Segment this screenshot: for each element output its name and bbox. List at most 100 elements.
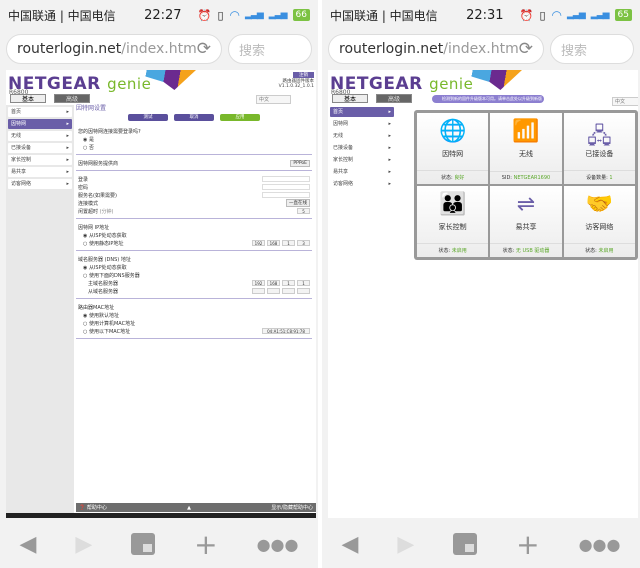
tile-usb[interactable]: ⇌ 易共享 状态: 无 USB 驱动器 bbox=[490, 186, 562, 257]
new-tab-icon[interactable]: + bbox=[194, 528, 217, 561]
dns-octet[interactable]: 192 bbox=[252, 280, 265, 286]
carrier: 中国联通 | 中国电信 bbox=[8, 8, 116, 23]
devices-icon: 🖧 bbox=[587, 124, 612, 149]
sidebar-item[interactable]: 易共享 ▸ bbox=[8, 167, 72, 177]
radio-ip-auto[interactable]: ◉ 从ISP处动态获取 bbox=[78, 231, 310, 239]
forward-icon[interactable]: ▶ bbox=[397, 532, 414, 557]
tab-advanced[interactable]: 高级 bbox=[54, 94, 90, 103]
family-icon: 👪 bbox=[438, 192, 467, 217]
ip-section-title: 因特网 IP地址 bbox=[78, 224, 110, 231]
dns2-octet[interactable] bbox=[297, 288, 310, 294]
sidebar-item[interactable]: 家长控制 ▸ bbox=[330, 155, 394, 165]
sidebar-item-label: 无线 bbox=[333, 133, 344, 139]
help-center-bar[interactable]: ❓ 帮助中心 ▲ 显示/隐藏帮助中心 bbox=[76, 503, 316, 512]
login-input[interactable] bbox=[262, 176, 310, 182]
sidebar: 首页 ▸ 因特网 ▸ 无线 ▸ 已接设备 ▸ 家长控制 ▸ 易共享 ▸ 访客网络 ▸ bbox=[328, 105, 396, 518]
sidebar-item[interactable]: 首页 ▸ bbox=[8, 107, 72, 117]
radio-yes[interactable]: ◉ 是 bbox=[78, 135, 310, 143]
sidebar-item[interactable]: 因特网 ▸ bbox=[8, 119, 72, 129]
conn-mode-select[interactable]: 一直在线 bbox=[286, 199, 310, 207]
sidebar-item[interactable]: 访客网络 ▸ bbox=[330, 179, 394, 189]
ip-octet[interactable]: 1 bbox=[282, 240, 295, 246]
address-bar[interactable]: routerlogin.net/index.htm ⟳ bbox=[6, 34, 222, 64]
sidebar-item[interactable]: 无线 ▸ bbox=[330, 131, 394, 141]
help-toggle-link[interactable]: 显示/隐藏帮助中心 bbox=[271, 504, 313, 511]
search-input[interactable]: 搜索 bbox=[550, 34, 634, 64]
tile-wifi[interactable]: 📶 无线 SID: NETGEAR1690 bbox=[490, 113, 562, 184]
radio-mac-default[interactable]: ◉ 使用默认地址 bbox=[78, 311, 310, 319]
cancel-button[interactable]: 取消 bbox=[174, 114, 214, 121]
url-host: routerlogin.net bbox=[339, 41, 444, 57]
dns2-octet[interactable] bbox=[282, 288, 295, 294]
radio-mac-this[interactable]: ○ 使用以下MAC地址 bbox=[83, 328, 130, 335]
more-icon[interactable]: ●●● bbox=[579, 535, 621, 554]
dns-secondary-label: 从域名服务器 bbox=[88, 288, 119, 295]
password-label: 密码 bbox=[78, 184, 89, 191]
idle-label: 闲置超时 bbox=[78, 208, 99, 215]
radio-dns-auto[interactable]: ◉ 从ISP处动态获取 bbox=[78, 263, 310, 271]
login-label: 登录 bbox=[78, 176, 89, 183]
tab-basic[interactable]: 基本 bbox=[332, 94, 368, 103]
apply-button[interactable]: 应用 bbox=[220, 114, 260, 121]
tile-status: 状态: 良好 bbox=[417, 170, 489, 181]
new-tab-icon[interactable]: + bbox=[516, 528, 539, 561]
radio-mac-computer[interactable]: ○ 使用计算机MAC地址 bbox=[78, 319, 310, 327]
isp-label: 因特网服务提供商 bbox=[78, 160, 119, 167]
isp-select[interactable]: PPPoE bbox=[290, 159, 310, 167]
tabs-icon[interactable] bbox=[453, 533, 478, 555]
browser-toolbar: ◀ ▶ + ●●● bbox=[322, 520, 640, 568]
sidebar-item-label: 易共享 bbox=[333, 169, 349, 175]
sidebar-item[interactable]: 首页 ▸ bbox=[330, 107, 394, 117]
ip-octet[interactable]: 192 bbox=[252, 240, 265, 246]
sidebar-item[interactable]: 易共享 ▸ bbox=[330, 167, 394, 177]
ip-octet[interactable]: 3 bbox=[297, 240, 310, 246]
back-icon[interactable]: ◀ bbox=[19, 532, 36, 557]
language-select[interactable]: 中文 bbox=[612, 97, 638, 106]
dns-section-title: 域名服务器 (DNS) 地址 bbox=[78, 256, 131, 263]
ip-octet[interactable]: 168 bbox=[267, 240, 280, 246]
sidebar-item[interactable]: 因特网 ▸ bbox=[330, 119, 394, 129]
forward-icon[interactable]: ▶ bbox=[75, 532, 92, 557]
tab-advanced[interactable]: 高级 bbox=[376, 94, 412, 103]
more-icon[interactable]: ●●● bbox=[257, 535, 299, 554]
page-title: 因特网设置 bbox=[76, 105, 107, 112]
sidebar-item[interactable]: 家长控制 ▸ bbox=[8, 155, 72, 165]
sidebar-item[interactable]: 已接设备 ▸ bbox=[330, 143, 394, 153]
phone-screen-home: 中国联通 | 中国电信 22:31 ⏰ ▯ ◠ ▂▃▅ ▂▃▅ 65 routerlogi… bbox=[322, 0, 640, 568]
dns2-octet[interactable] bbox=[252, 288, 265, 294]
radio-ip-static[interactable]: ○ 使用静态IP地址 bbox=[83, 240, 123, 247]
radio-dns-manual[interactable]: ○ 使用下面的DNS服务器 bbox=[78, 271, 310, 279]
reload-icon[interactable]: ⟳ bbox=[519, 39, 533, 59]
conn-mode-label: 连接模式 bbox=[78, 200, 99, 207]
password-input[interactable] bbox=[262, 184, 310, 190]
tabs-icon[interactable] bbox=[131, 533, 156, 555]
firmware-notice[interactable]: 检测到新的固件升级版本可用。请单击此处以升级到新版本。 bbox=[432, 95, 544, 109]
clock: 22:27 bbox=[144, 7, 182, 23]
tile-devices[interactable]: 🖧 已接设备 设备数量: 1 bbox=[563, 113, 635, 184]
tile-family[interactable]: 👪 家长控制 状态: 未启用 bbox=[417, 186, 489, 257]
tab-basic[interactable]: 基本 bbox=[10, 94, 46, 103]
idle-input[interactable]: 5 bbox=[297, 208, 310, 214]
address-bar[interactable]: routerlogin.net/index.htm ⟳ bbox=[328, 34, 544, 64]
search-input[interactable]: 搜索 bbox=[228, 34, 312, 64]
reload-icon[interactable]: ⟳ bbox=[197, 39, 211, 59]
dns-octet[interactable]: 1 bbox=[282, 280, 295, 286]
radio-no[interactable]: ○ 否 bbox=[78, 143, 310, 151]
sidebar-item[interactable]: 访客网络 ▸ bbox=[8, 179, 72, 189]
browser-toolbar: ◀ ▶ + ●●● bbox=[0, 520, 318, 568]
test-button[interactable]: 测试 bbox=[128, 114, 168, 121]
dns2-octet[interactable] bbox=[267, 288, 280, 294]
dns-octet[interactable]: 168 bbox=[267, 280, 280, 286]
dns-octet[interactable]: 1 bbox=[297, 280, 310, 286]
status-bar: 中国联通 | 中国电信 22:31 ⏰ ▯ ◠ ▂▃▅ ▂▃▅ 65 bbox=[322, 0, 640, 30]
back-icon[interactable]: ◀ bbox=[341, 532, 358, 557]
sidebar-item[interactable]: 已接设备 ▸ bbox=[8, 143, 72, 153]
expand-up-icon[interactable]: ▲ bbox=[187, 505, 191, 511]
service-input[interactable] bbox=[262, 192, 310, 198]
tile-guest[interactable]: 🤝 访客网络 状态: 未启用 bbox=[563, 186, 635, 257]
tile-globe[interactable]: 🌐 因特网 状态: 良好 bbox=[417, 113, 489, 184]
alarm-icon: ⏰ bbox=[519, 8, 534, 22]
mac-input[interactable]: 04:A1:51:C8:91:78 bbox=[262, 328, 310, 334]
sidebar-item[interactable]: 无线 ▸ bbox=[8, 131, 72, 141]
battery: 66 bbox=[292, 9, 310, 21]
